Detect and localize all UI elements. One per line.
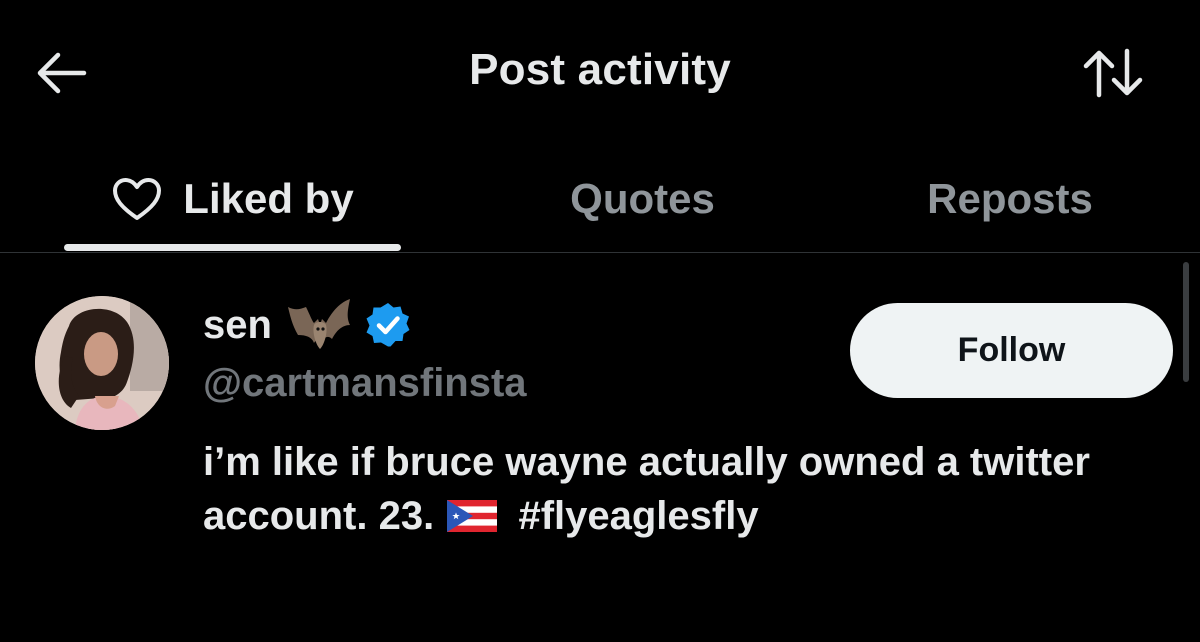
- bio-hashtag[interactable]: #flyeaglesfly: [518, 494, 758, 538]
- tab-quotes-label: Quotes: [570, 174, 715, 222]
- heart-outline-icon: [113, 177, 162, 220]
- top-bar: Post activity: [0, 0, 1200, 145]
- tab-reposts-label: Reposts: [927, 174, 1093, 222]
- display-name[interactable]: sen: [203, 303, 272, 348]
- active-tab-indicator: [64, 244, 401, 251]
- user-bio: i’m like if bruce wayne actually owned a…: [203, 435, 1178, 543]
- puerto-rico-flag-icon: [447, 500, 498, 532]
- user-handle[interactable]: @cartmansfinsta: [203, 361, 527, 406]
- sort-arrows-icon: [1083, 48, 1143, 98]
- profile-photo: [35, 296, 169, 430]
- verified-badge-icon: [366, 303, 410, 347]
- tab-liked-by[interactable]: Liked by: [64, 145, 401, 252]
- display-name-line: sen: [203, 295, 412, 355]
- follow-button[interactable]: Follow: [850, 303, 1173, 398]
- sort-button[interactable]: [1080, 47, 1146, 99]
- activity-tabs: Liked by Quotes Reposts: [0, 145, 1200, 252]
- page-title: Post activity: [469, 45, 731, 94]
- tab-reposts[interactable]: Reposts: [870, 145, 1150, 252]
- avatar[interactable]: [35, 296, 169, 430]
- bat-icon: [287, 299, 350, 349]
- user-list-item[interactable]: sen @cartmansfinsta i’m like if bruce wa…: [0, 253, 1200, 642]
- tab-quotes[interactable]: Quotes: [470, 145, 815, 252]
- tab-liked-by-label: Liked by: [183, 174, 354, 222]
